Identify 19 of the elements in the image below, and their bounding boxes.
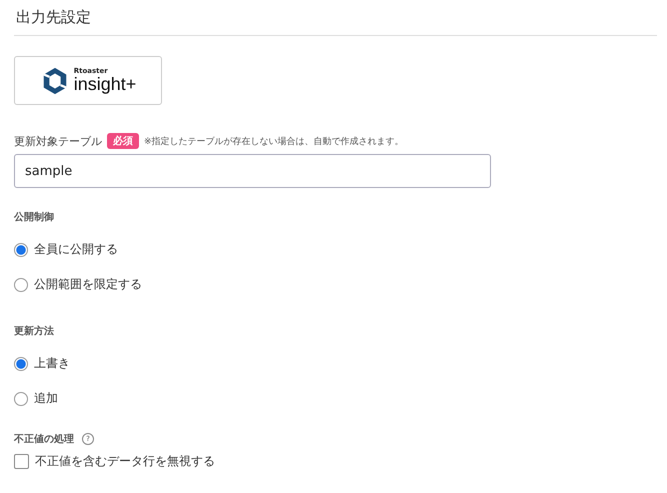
checkbox-label[interactable]: 不正値を含むデータ行を無視する [35,452,215,470]
option-label[interactable]: 追加 [34,390,58,407]
option-label[interactable]: 公開範囲を限定する [34,276,142,293]
radio-button[interactable] [14,242,28,256]
required-badge: 必須 [107,133,139,149]
option-label[interactable]: 上書き [34,355,70,372]
field-note: ※指定したテーブルが存在しない場合は、自動で作成されます。 [144,136,404,148]
radio-button[interactable] [14,392,28,406]
section-title: 出力先設定 [15,7,92,28]
group-label: 更新方法 [14,324,55,338]
checkbox[interactable] [14,454,29,468]
group-label: 不正値の処理 [14,432,74,446]
logo-product: insight+ [74,75,136,93]
option-label[interactable]: 全員に公開する [34,241,118,258]
group-label: 公開制御 [14,210,55,224]
radio-button[interactable] [14,356,28,370]
radio-button[interactable] [14,278,28,292]
field-label: 更新対象テーブル [14,134,102,148]
input-field[interactable]: sample [14,154,491,188]
